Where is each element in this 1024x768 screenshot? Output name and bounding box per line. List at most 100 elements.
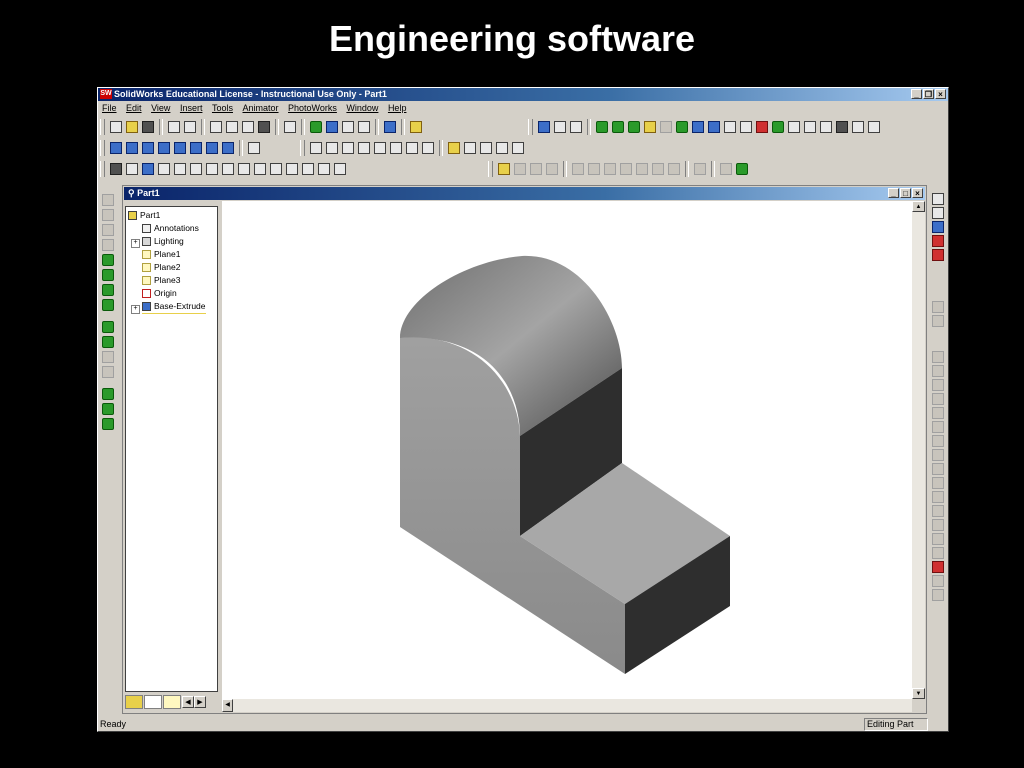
section-view-icon[interactable] <box>422 142 434 154</box>
view-orientation-icon[interactable] <box>248 142 260 154</box>
feature-manager-tab[interactable] <box>125 695 143 709</box>
extrude-icon[interactable] <box>596 121 608 133</box>
window-titlebar[interactable]: SW SolidWorks Educational License - Instr… <box>98 88 948 101</box>
menu-tools[interactable]: Tools <box>212 103 233 113</box>
print-icon[interactable] <box>168 121 180 133</box>
boss-revolve-icon[interactable] <box>102 269 114 281</box>
tree-item-base-extrude[interactable]: Base-Extrude <box>142 300 206 314</box>
animation-wizard-icon[interactable] <box>498 163 510 175</box>
tangent-arc-icon[interactable] <box>932 449 944 461</box>
front-view-icon[interactable] <box>110 142 122 154</box>
graphics-viewport[interactable] <box>222 201 912 699</box>
previous-view-icon[interactable] <box>310 142 322 154</box>
loft-icon[interactable] <box>644 121 656 133</box>
cut-loft-icon[interactable] <box>102 366 114 378</box>
zoom-to-area-icon[interactable] <box>342 142 354 154</box>
tree-item-lighting[interactable]: Lighting <box>142 235 184 248</box>
toolbar-grip[interactable] <box>528 119 533 135</box>
appearance-icon[interactable] <box>142 163 154 175</box>
pattern-icon[interactable] <box>788 121 800 133</box>
hidden-lines-removed-icon[interactable] <box>480 142 492 154</box>
back-view-icon[interactable] <box>126 142 138 154</box>
edit-icon[interactable] <box>126 163 138 175</box>
animation-collapse-icon[interactable] <box>530 163 542 175</box>
chamfer-icon[interactable] <box>692 121 704 133</box>
rib-icon[interactable] <box>708 121 720 133</box>
menu-animator[interactable]: Animator <box>243 103 279 113</box>
menu-window[interactable]: Window <box>346 103 378 113</box>
sketch-grid-icon[interactable] <box>102 224 114 236</box>
mirror-icon[interactable] <box>772 121 784 133</box>
scroll-up-button[interactable]: ▲ <box>912 201 925 212</box>
mass-properties-icon[interactable] <box>174 163 186 175</box>
line-icon[interactable] <box>932 365 944 377</box>
extend-icon[interactable] <box>932 505 944 517</box>
mirror-sketch-icon[interactable] <box>932 561 944 573</box>
tree-item-part1[interactable]: Part1 <box>128 209 160 222</box>
toolbar-grip[interactable] <box>100 140 105 156</box>
save-icon[interactable] <box>142 121 154 133</box>
fast-forward-icon[interactable] <box>652 163 664 175</box>
menu-view[interactable]: View <box>151 103 170 113</box>
circular-pattern-tool-icon[interactable] <box>102 403 114 415</box>
rewind-icon[interactable] <box>572 163 584 175</box>
animation-path-icon[interactable] <box>546 163 558 175</box>
property-manager-tab[interactable] <box>144 695 162 709</box>
grid-icon[interactable] <box>342 121 354 133</box>
arc-icon[interactable] <box>932 435 944 447</box>
curve-icon[interactable] <box>820 121 832 133</box>
help-icon[interactable] <box>410 121 422 133</box>
model-3d-part[interactable] <box>222 201 912 699</box>
polygon-icon[interactable] <box>932 393 944 405</box>
plane-tool-icon[interactable] <box>852 121 864 133</box>
animation-settings-icon[interactable] <box>720 163 732 175</box>
menu-insert[interactable]: Insert <box>180 103 203 113</box>
shell-icon[interactable] <box>724 121 736 133</box>
tab-scroll-right-button[interactable]: ▶ <box>194 696 206 708</box>
smart-dim-icon[interactable] <box>932 235 944 247</box>
cut-icon[interactable] <box>210 121 222 133</box>
shaded-icon[interactable] <box>496 142 508 154</box>
doc-minimize-button[interactable]: _ <box>888 188 899 198</box>
section-properties-icon[interactable] <box>254 163 266 175</box>
toolbar-grip[interactable] <box>100 161 105 177</box>
new-file-icon[interactable] <box>110 121 122 133</box>
tree-item-plane2[interactable]: Plane2 <box>142 261 180 274</box>
bottom-view-icon[interactable] <box>190 142 202 154</box>
cut-extrude-icon[interactable] <box>660 121 672 133</box>
eraser-icon[interactable] <box>932 249 944 261</box>
sketch-pattern-icon[interactable] <box>932 575 944 587</box>
menu-help[interactable]: Help <box>388 103 407 113</box>
convert-entities-icon[interactable] <box>932 547 944 559</box>
stop-icon[interactable] <box>604 163 616 175</box>
monitor-icon[interactable] <box>318 163 330 175</box>
smart-dimension-icon[interactable] <box>102 209 114 221</box>
centerline-icon[interactable] <box>932 407 944 419</box>
options-icon[interactable] <box>326 121 338 133</box>
table-icon[interactable] <box>190 163 202 175</box>
menu-file[interactable]: File <box>102 103 117 113</box>
rectangle-icon[interactable] <box>932 379 944 391</box>
shaded-edges-icon[interactable] <box>512 142 524 154</box>
animation-export-icon[interactable] <box>736 163 748 175</box>
tree-item-annotations[interactable]: Annotations <box>142 222 199 235</box>
reference-geometry-icon[interactable] <box>836 121 848 133</box>
tree-item-plane1[interactable]: Plane1 <box>142 248 180 261</box>
menu-edit[interactable]: Edit <box>126 103 142 113</box>
animation-explode-icon[interactable] <box>514 163 526 175</box>
spline-icon[interactable] <box>932 477 944 489</box>
sketch-pencil-icon[interactable] <box>932 221 944 233</box>
check-icon[interactable] <box>270 163 282 175</box>
right-view-icon[interactable] <box>158 142 170 154</box>
cut-revolve-icon[interactable] <box>102 336 114 348</box>
copy-icon[interactable] <box>226 121 238 133</box>
hole-icon[interactable] <box>756 121 768 133</box>
filter-icon[interactable] <box>538 121 550 133</box>
revolve-icon[interactable] <box>612 121 624 133</box>
three-point-arc-icon[interactable] <box>932 463 944 475</box>
sensors-icon[interactable] <box>238 163 250 175</box>
expand-base-extrude-button[interactable]: + <box>131 305 140 314</box>
record-icon[interactable] <box>694 163 706 175</box>
delete-icon[interactable] <box>258 121 270 133</box>
boss-sweep-icon[interactable] <box>102 284 114 296</box>
